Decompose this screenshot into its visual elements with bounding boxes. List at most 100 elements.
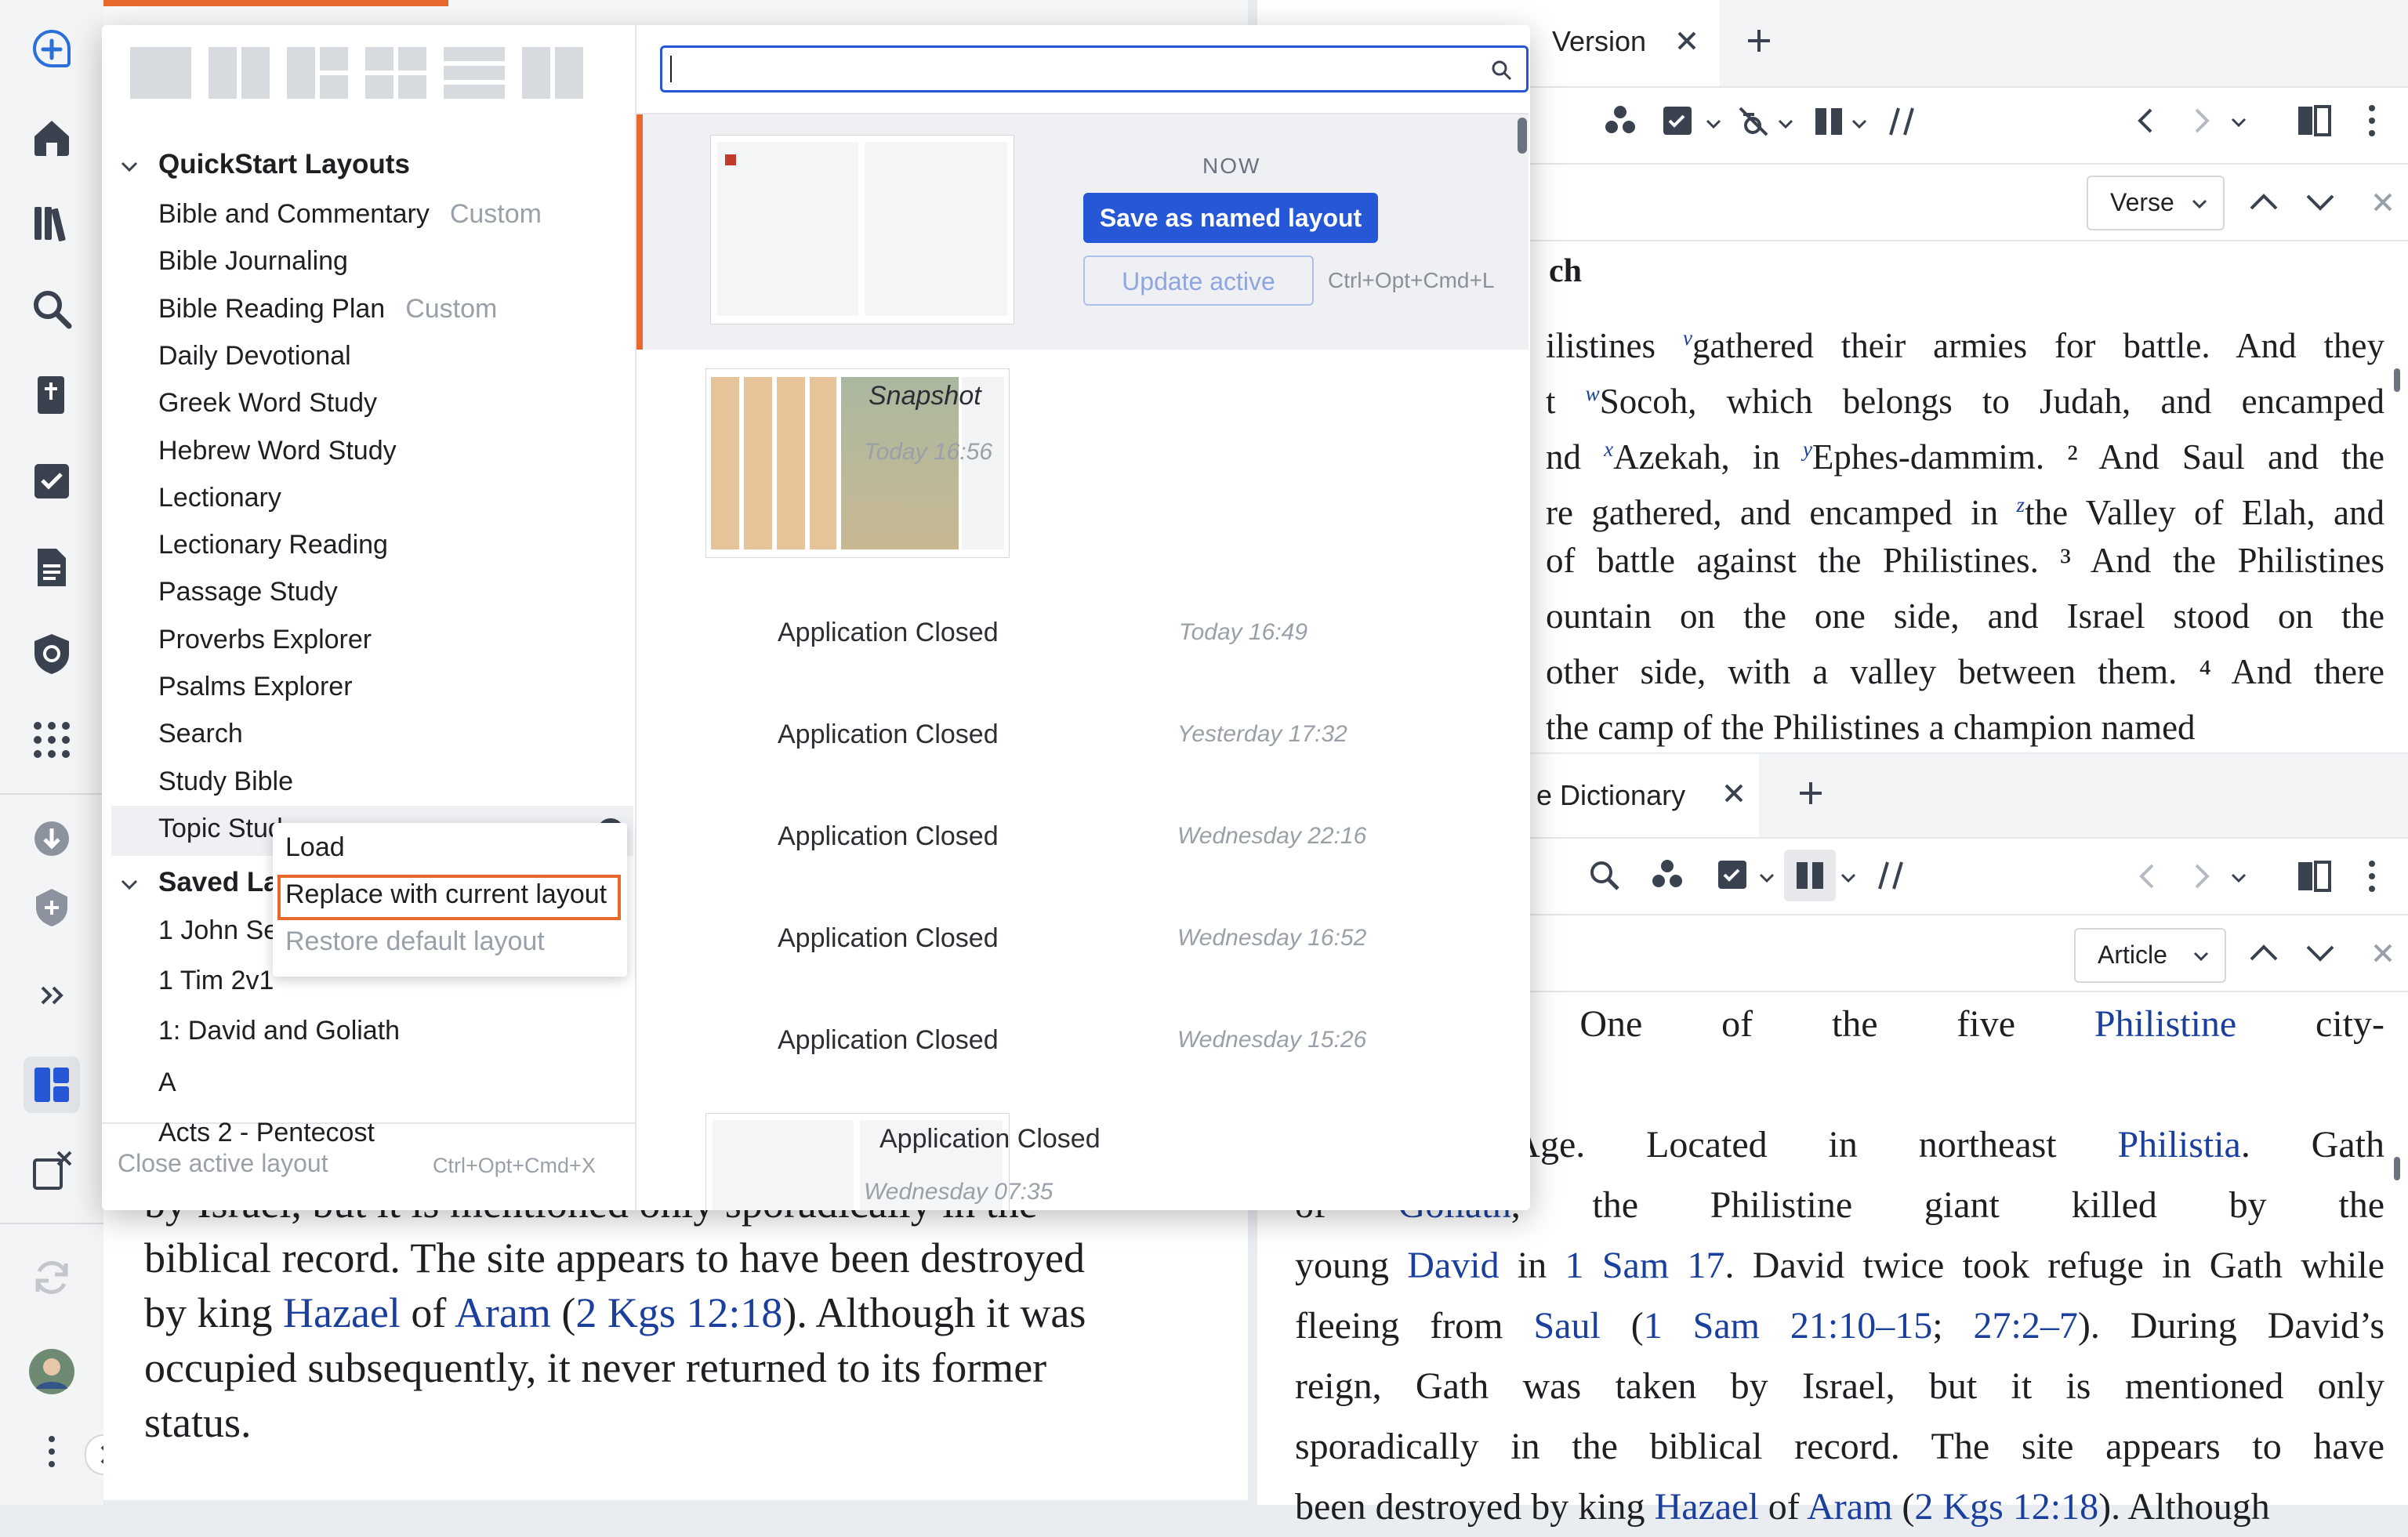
snapshot-label[interactable]: Application Closed xyxy=(879,1124,1101,1155)
snapshot-label[interactable]: Application Closed xyxy=(778,923,999,954)
download-icon[interactable] xyxy=(24,810,80,867)
close-panels-icon[interactable] xyxy=(24,1143,80,1199)
reference-link[interactable]: Aram xyxy=(1807,1486,1892,1528)
parallel-resources-icon[interactable] xyxy=(1873,857,1909,894)
layout-template-rows[interactable] xyxy=(444,47,505,99)
previous-article-icon[interactable] xyxy=(2247,937,2281,969)
chevron-down-icon[interactable] xyxy=(118,873,141,897)
quickstart-layout-item[interactable]: Study Bible xyxy=(158,767,293,797)
back-icon[interactable] xyxy=(2131,105,2162,136)
home-icon[interactable] xyxy=(24,108,80,165)
layout-template-three-columns[interactable] xyxy=(522,47,583,99)
shield-icon[interactable] xyxy=(24,625,80,682)
chevron-down-icon[interactable] xyxy=(118,155,141,179)
snapshot-label[interactable]: Application Closed xyxy=(778,618,999,648)
snapshot-label[interactable]: Application Closed xyxy=(778,720,999,750)
expand-rail-icon[interactable] xyxy=(24,967,80,1024)
reference-link[interactable]: Philistia xyxy=(2117,1124,2240,1165)
panel-menu-icon[interactable] xyxy=(2364,102,2380,140)
add-tab-icon[interactable] xyxy=(1743,25,1775,56)
reference-link[interactable]: Hazael xyxy=(1655,1486,1759,1528)
add-tab-icon[interactable] xyxy=(1795,778,1826,809)
document-icon[interactable] xyxy=(24,539,80,596)
footnote-marker[interactable]: v xyxy=(1683,326,1692,350)
forward-icon[interactable] xyxy=(2185,861,2217,892)
scrollbar[interactable] xyxy=(2394,368,2400,392)
close-active-layout[interactable]: Close active layout xyxy=(118,1149,328,1178)
chevron-down-icon[interactable] xyxy=(1704,114,1723,133)
update-active-button[interactable]: Update active xyxy=(1083,256,1314,306)
chevron-down-icon[interactable] xyxy=(1850,114,1869,133)
quickstart-group-title[interactable]: QuickStart Layouts xyxy=(158,149,410,180)
verse-dropdown[interactable]: Verse xyxy=(2087,176,2225,230)
history-chevron-icon[interactable] xyxy=(2229,868,2248,887)
reference-link[interactable]: 1 Sam 17 xyxy=(1565,1245,1725,1286)
footnote-marker[interactable]: z xyxy=(2017,493,2025,517)
history-chevron-icon[interactable] xyxy=(2229,113,2248,132)
quickstart-layout-item[interactable]: Bible and Commentary Custom xyxy=(158,199,542,230)
reference-link[interactable]: Philistine xyxy=(2094,1003,2236,1045)
snapshot-label[interactable]: Snapshot xyxy=(869,381,981,411)
snapshot-label[interactable]: Application Closed xyxy=(778,821,999,852)
saved-layout-item[interactable]: 1 John Se xyxy=(158,915,278,946)
previous-verse-icon[interactable] xyxy=(2247,187,2281,218)
parallel-resources-icon[interactable] xyxy=(1884,103,1920,140)
resource-info-icon[interactable] xyxy=(1602,103,1638,140)
reference-link[interactable]: 27:2–7 xyxy=(1974,1305,2078,1347)
panel-menu-icon[interactable] xyxy=(2364,857,2380,895)
split-panel-icon[interactable] xyxy=(2297,105,2331,136)
layout-search-input[interactable] xyxy=(660,45,1529,92)
parallel-columns-button[interactable] xyxy=(1784,850,1836,901)
close-tab-icon[interactable] xyxy=(1673,27,1701,55)
apps-grid-icon[interactable] xyxy=(24,712,80,768)
saved-layout-item[interactable]: 1 Tim 2v1 xyxy=(158,966,274,996)
resource-info-icon[interactable] xyxy=(1649,857,1685,894)
layouts-icon[interactable] xyxy=(24,1057,80,1113)
saved-layout-item[interactable]: A xyxy=(158,1068,176,1098)
quickstart-layout-item[interactable]: Passage Study xyxy=(158,577,338,607)
quickstart-layout-item[interactable]: Bible Journaling xyxy=(158,246,348,277)
tab-title[interactable]: Version xyxy=(1552,25,1646,58)
close-tab-icon[interactable] xyxy=(1720,779,1748,807)
footnote-marker[interactable]: x xyxy=(1604,437,1613,461)
app-logo-icon[interactable] xyxy=(24,22,80,78)
search-icon[interactable] xyxy=(1587,857,1623,894)
load-menu-item[interactable]: Load xyxy=(285,832,345,863)
reference-link[interactable]: David xyxy=(1407,1245,1499,1286)
checklist-dropdown-icon[interactable] xyxy=(1715,857,1751,894)
quickstart-layout-item[interactable]: Proverbs Explorer xyxy=(158,625,372,655)
reference-link[interactable]: 2 Kgs 12:18 xyxy=(1914,1486,2098,1528)
quickstart-layout-item[interactable]: Greek Word Study xyxy=(158,388,377,419)
saved-layout-item[interactable]: 1: David and Goliath xyxy=(158,1016,400,1046)
close-panel-icon[interactable] xyxy=(2369,188,2397,216)
replace-with-current-layout-menu-item[interactable]: Replace with current layout xyxy=(285,879,607,910)
current-layout-thumbnail[interactable] xyxy=(710,135,1014,324)
footnote-marker[interactable]: w xyxy=(1586,382,1600,405)
reference-link[interactable]: Hazael xyxy=(283,1289,401,1336)
checklist-dropdown-icon[interactable] xyxy=(1660,103,1696,140)
article-dropdown[interactable]: Article xyxy=(2074,928,2226,983)
visual-filter-icon[interactable] xyxy=(1735,103,1772,140)
quickstart-layout-item[interactable]: Bible Reading Plan Custom xyxy=(158,294,497,324)
forward-icon[interactable] xyxy=(2185,105,2217,136)
reference-link[interactable]: Aram xyxy=(455,1289,551,1336)
saved-layout-item[interactable]: Acts 2 - Pentecost xyxy=(158,1118,375,1148)
more-vertical-icon[interactable] xyxy=(24,1423,80,1480)
restore-default-layout-menu-item[interactable]: Restore default layout xyxy=(285,926,545,957)
reference-link[interactable]: 1 Sam 21:10–15 xyxy=(1644,1305,1933,1347)
close-panel-icon[interactable] xyxy=(2369,939,2397,967)
bible-icon[interactable] xyxy=(24,367,80,423)
shield-plus-icon[interactable] xyxy=(24,879,80,936)
chevron-down-icon[interactable] xyxy=(1776,114,1795,133)
layout-template-single[interactable] xyxy=(130,47,191,99)
reference-link[interactable]: Saul xyxy=(1533,1305,1600,1347)
back-icon[interactable] xyxy=(2132,861,2163,892)
tab-title[interactable]: e Dictionary xyxy=(1536,779,1685,812)
reference-link[interactable]: 2 Kgs 12:18 xyxy=(575,1289,782,1336)
save-as-named-layout-button[interactable]: Save as named layout xyxy=(1083,193,1378,243)
quickstart-layout-item[interactable]: Search xyxy=(158,719,243,749)
snapshot-label[interactable]: Application Closed xyxy=(778,1025,999,1056)
checklist-icon[interactable] xyxy=(24,453,80,509)
quickstart-layout-item[interactable]: Psalms Explorer xyxy=(158,672,353,702)
chevron-down-icon[interactable] xyxy=(1757,868,1776,887)
